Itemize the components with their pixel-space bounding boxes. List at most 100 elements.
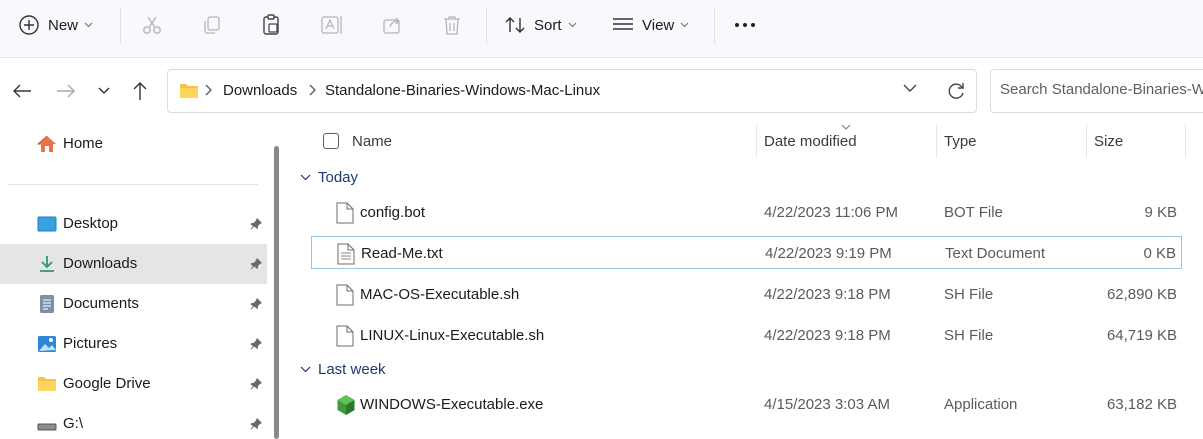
folder-icon [38,377,56,391]
sidebar-item-documents[interactable]: Documents [0,284,267,324]
sidebar-item-label: Desktop [63,215,119,232]
copy-icon [204,16,220,34]
chevron-down-icon [300,366,311,373]
view-button-label: View [642,16,675,34]
file-size: 64,719 KB [1106,327,1177,344]
file-icon [336,284,354,306]
desktop-icon [37,216,57,232]
more-options-button[interactable] [732,5,758,45]
arrow-up-icon [133,82,147,100]
file-row[interactable]: config.bot 4/22/2023 11:06 PM BOT File 9… [311,196,1182,229]
folder-icon [180,84,198,98]
search-input[interactable] [1000,81,1203,98]
new-button[interactable]: New [18,5,93,45]
pin-icon[interactable] [250,377,263,390]
sidebar-item-g-drive[interactable]: G:\ [0,404,267,439]
column-divider[interactable] [1185,124,1186,158]
home-icon [37,135,56,152]
pin-icon[interactable] [250,417,263,430]
file-row[interactable]: LINUX-Linux-Executable.sh 4/22/2023 9:18… [311,319,1182,352]
column-header-size[interactable]: Size [1094,133,1123,150]
sidebar-item-label: Downloads [63,255,138,272]
pin-icon[interactable] [250,297,263,310]
sort-button-label: Sort [534,16,562,34]
cut-button[interactable] [138,5,166,45]
file-row[interactable]: WINDOWS-Executable.exe 4/15/2023 3:03 AM… [311,388,1182,421]
column-header-type[interactable]: Type [944,133,977,150]
column-divider[interactable] [936,124,937,158]
navigation-pane: Home Desktop Downloads Documents Picture… [0,124,268,439]
file-type: Text Document [945,245,1046,262]
plus-circle-icon [19,15,39,35]
column-divider[interactable] [1086,124,1087,158]
breadcrumb-current-folder[interactable]: Standalone-Binaries-Windows-Mac-Linux [325,82,600,99]
file-type: SH File [944,286,994,303]
toolbar-separator [714,8,715,44]
chevron-down-icon [300,174,311,181]
sidebar-item-desktop[interactable]: Desktop [0,204,267,244]
file-size: 63,182 KB [1106,396,1177,413]
sidebar-item-label: Home [63,135,104,152]
column-header-name[interactable]: Name [352,133,392,150]
file-name: LINUX-Linux-Executable.sh [360,327,545,344]
recent-locations-button[interactable] [91,78,117,104]
file-date-modified: 4/22/2023 11:06 PM [764,204,898,221]
group-header-today[interactable]: Today [300,169,358,186]
up-button[interactable] [127,78,153,104]
file-type: BOT File [944,204,1003,221]
file-row-focused[interactable]: Read-Me.txt 4/22/2023 9:19 PM Text Docum… [311,236,1182,269]
file-date-modified: 4/22/2023 9:19 PM [765,245,892,262]
file-name: Read-Me.txt [361,245,443,262]
file-date-modified: 4/22/2023 9:18 PM [764,286,891,303]
pictures-icon [38,336,56,352]
file-size: 9 KB [1144,204,1177,221]
chevron-right-icon [309,84,316,96]
sidebar-item-home[interactable]: Home [0,124,267,164]
file-size: 62,890 KB [1106,286,1177,303]
back-button[interactable] [9,78,35,104]
group-label: Last week [318,361,386,378]
breadcrumb-downloads[interactable]: Downloads [223,82,297,99]
download-icon [40,256,54,272]
sort-button[interactable]: Sort [504,5,577,45]
text-file-icon [337,243,355,265]
sidebar-divider [8,184,258,185]
share-button[interactable] [378,5,406,45]
app-cube-icon [337,395,355,415]
sidebar-item-google-drive[interactable]: Google Drive [0,364,267,404]
sidebar-item-pictures[interactable]: Pictures [0,324,267,364]
sidebar-scrollbar[interactable] [274,146,279,439]
pin-icon[interactable] [250,217,263,230]
search-box[interactable] [990,69,1203,113]
view-list-icon [613,18,633,30]
forward-button[interactable] [53,78,79,104]
sidebar-item-downloads[interactable]: Downloads [0,244,267,284]
group-label: Today [318,169,359,186]
view-button[interactable]: View [612,5,689,45]
file-name: MAC-OS-Executable.sh [360,286,520,303]
refresh-icon[interactable] [945,80,967,102]
chevron-down-icon[interactable] [903,84,917,93]
pin-icon[interactable] [250,337,263,350]
file-row[interactable]: MAC-OS-Executable.sh 4/22/2023 9:18 PM S… [311,278,1182,311]
paste-button[interactable] [257,5,285,45]
chevron-down-icon [568,22,576,28]
select-all-checkbox[interactable] [323,133,339,149]
rename-button[interactable] [318,5,346,45]
pin-icon[interactable] [250,257,263,270]
file-type: Application [944,396,1018,413]
share-icon [383,17,400,34]
group-header-last-week[interactable]: Last week [300,361,386,378]
file-date-modified: 4/22/2023 9:18 PM [764,327,891,344]
copy-button[interactable] [198,5,226,45]
chevron-right-icon [205,84,212,96]
clipboard-icon [263,14,279,35]
column-header-date-modified[interactable]: Date modified [764,133,857,150]
sort-caret-icon [841,124,851,130]
delete-button[interactable] [438,5,466,45]
new-button-label: New [48,16,79,34]
address-bar[interactable]: Downloads Standalone-Binaries-Windows-Ma… [167,69,977,113]
address-row: Downloads Standalone-Binaries-Windows-Ma… [0,58,1203,124]
toolbar-separator [486,8,487,44]
column-divider[interactable] [756,124,757,158]
